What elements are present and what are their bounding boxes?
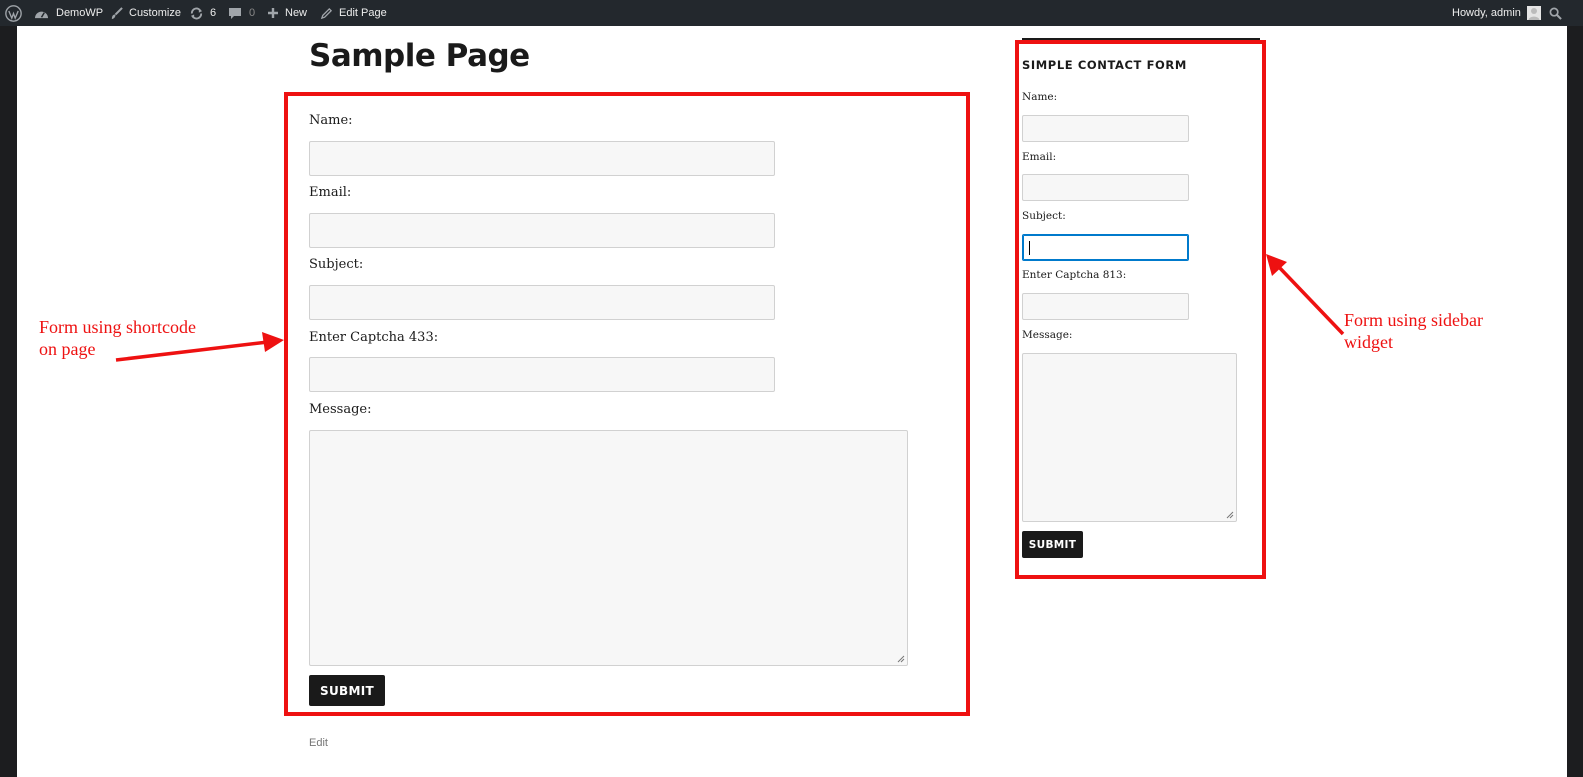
arrow-to-widget-form — [1266, 254, 1345, 336]
annotation-arrows — [115, 254, 1345, 362]
arrow-to-shortcode-form — [115, 332, 284, 362]
